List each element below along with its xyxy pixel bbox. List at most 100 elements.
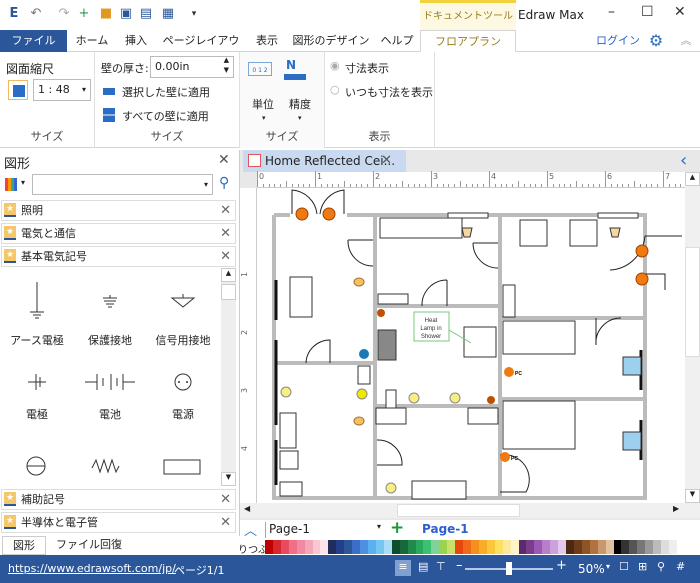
color-swatch[interactable]: [280, 540, 289, 554]
color-swatch[interactable]: [431, 540, 440, 554]
tab-file-recovery[interactable]: ファイル回復: [56, 536, 122, 553]
precision-dropdown-icon[interactable]: ▾: [298, 114, 302, 122]
color-swatch[interactable]: [526, 540, 535, 554]
save-icon[interactable]: ▣: [118, 6, 134, 22]
grid-icon[interactable]: #: [676, 560, 685, 573]
color-swatch[interactable]: [645, 540, 654, 554]
new-icon[interactable]: +: [76, 6, 92, 22]
page-tab-active[interactable]: Page-1: [422, 522, 469, 536]
settings-gear-icon[interactable]: ⚙: [644, 30, 668, 52]
color-swatch[interactable]: [510, 540, 519, 554]
expand-pages-icon[interactable]: ︿: [244, 520, 257, 539]
color-swatch[interactable]: [312, 540, 321, 554]
tab-help[interactable]: ヘルプ: [376, 30, 418, 52]
customize-icon[interactable]: ▾: [186, 6, 202, 22]
color-swatch[interactable]: [336, 540, 345, 554]
color-swatch[interactable]: [463, 540, 471, 554]
color-swatch[interactable]: [542, 540, 551, 554]
unit-dropdown-icon[interactable]: ▾: [262, 114, 266, 122]
shape-search-input[interactable]: ▾: [32, 174, 213, 195]
close-library-icon[interactable]: ✕: [220, 490, 231, 509]
shapes-scrollbar[interactable]: ▲ ▼: [221, 268, 236, 486]
shape-earth-electrode[interactable]: アース電極: [0, 282, 74, 348]
undo-icon[interactable]: ↶: [28, 6, 44, 22]
color-swatch[interactable]: [637, 540, 646, 554]
color-swatch[interactable]: [288, 540, 297, 554]
close-library-icon[interactable]: ✕: [220, 513, 231, 532]
color-swatch[interactable]: [653, 540, 662, 554]
shape-electrode[interactable]: 電極: [0, 368, 74, 422]
print-icon[interactable]: ▤: [138, 6, 154, 22]
color-swatch[interactable]: [669, 540, 677, 554]
close-library-icon[interactable]: ✕: [220, 201, 231, 220]
color-swatch[interactable]: [304, 540, 313, 554]
color-swatch[interactable]: [423, 540, 432, 554]
color-swatch[interactable]: [629, 540, 638, 554]
color-swatch[interactable]: [621, 540, 630, 554]
close-library-icon[interactable]: ✕: [220, 247, 231, 266]
color-swatch[interactable]: [375, 540, 384, 554]
color-swatch[interactable]: [534, 540, 543, 554]
color-swatch[interactable]: [265, 540, 273, 554]
color-swatch[interactable]: [605, 540, 614, 554]
scroll-thumb[interactable]: [221, 284, 236, 300]
show-dimension-radio[interactable]: ◉: [330, 59, 340, 72]
color-swatch[interactable]: [486, 540, 495, 554]
color-swatch[interactable]: [550, 540, 559, 554]
tab-insert[interactable]: 挿入: [116, 30, 156, 52]
zoom-slider-thumb[interactable]: [506, 562, 512, 575]
color-swatch[interactable]: [320, 540, 329, 554]
page-select[interactable]: Page-1 ▾: [265, 522, 383, 538]
color-swatch[interactable]: [296, 540, 305, 554]
zoom-dropdown-icon[interactable]: ▾: [606, 562, 610, 571]
library-dropdown-icon[interactable]: ▾: [21, 178, 25, 187]
zoom-in-button[interactable]: +: [556, 558, 567, 573]
zoom-out-button[interactable]: –: [456, 558, 463, 573]
color-swatch[interactable]: [360, 540, 368, 554]
presentation-icon[interactable]: ⊤: [436, 560, 446, 573]
shape-battery[interactable]: 電池: [73, 368, 147, 422]
floor-plan[interactable]: Heat Lamp in Shower PC PC: [257, 188, 685, 503]
apply-all-walls-button[interactable]: すべての壁に適用: [122, 108, 209, 124]
library-auxiliary-symbols[interactable]: ★ 補助記号 ✕: [1, 489, 236, 510]
zoom-search-icon[interactable]: ⚲: [657, 560, 665, 573]
apply-selected-wall-button[interactable]: 選択した壁に適用: [122, 84, 210, 100]
color-swatch[interactable]: [470, 540, 479, 554]
library-electrical[interactable]: ★ 電気と通信 ✕: [1, 223, 236, 244]
tab-floor-plan[interactable]: フロアプラン: [420, 30, 516, 53]
color-swatch[interactable]: [407, 540, 416, 554]
export-icon[interactable]: ▦: [160, 6, 176, 22]
scale-select[interactable]: 1 : 48 ▾: [33, 79, 91, 101]
search-icon[interactable]: ⚲: [219, 175, 229, 191]
library-icon[interactable]: [5, 178, 17, 191]
close-library-icon[interactable]: ✕: [220, 224, 231, 243]
tab-view[interactable]: 表示: [248, 30, 286, 52]
scroll-thumb[interactable]: [685, 247, 700, 357]
color-swatch[interactable]: [502, 540, 511, 554]
add-page-button[interactable]: +: [390, 518, 404, 538]
color-swatch[interactable]: [455, 540, 464, 554]
color-swatch[interactable]: [566, 540, 574, 554]
always-show-dimension-radio[interactable]: ○: [330, 83, 340, 96]
color-swatch[interactable]: [518, 540, 527, 554]
color-swatch[interactable]: [661, 540, 670, 554]
tab-home[interactable]: ホーム: [70, 30, 114, 52]
color-swatch[interactable]: [272, 540, 281, 554]
color-swatch[interactable]: [478, 540, 487, 554]
normal-view-icon[interactable]: ≡: [395, 560, 411, 576]
color-swatch[interactable]: [399, 540, 408, 554]
more-shapes-row[interactable]: [24, 450, 204, 480]
scroll-up-button[interactable]: ▲: [221, 268, 236, 282]
color-swatch[interactable]: [613, 540, 622, 554]
tab-shape-design[interactable]: 図形のデザイン: [290, 30, 372, 52]
color-swatch[interactable]: [573, 540, 582, 554]
color-swatch[interactable]: [439, 540, 448, 554]
wall-thickness-input[interactable]: 0.00in ▲ ▼: [150, 56, 234, 78]
zoom-level[interactable]: 50%: [578, 562, 605, 576]
collapse-right-panel-icon[interactable]: ‹: [680, 150, 687, 171]
color-swatch[interactable]: [391, 540, 400, 554]
scroll-right-button[interactable]: ▶: [673, 504, 679, 513]
color-swatch[interactable]: [328, 540, 337, 554]
redo-icon[interactable]: ↷: [56, 6, 72, 22]
vertical-scrollbar[interactable]: ▲ ▼: [685, 172, 700, 503]
